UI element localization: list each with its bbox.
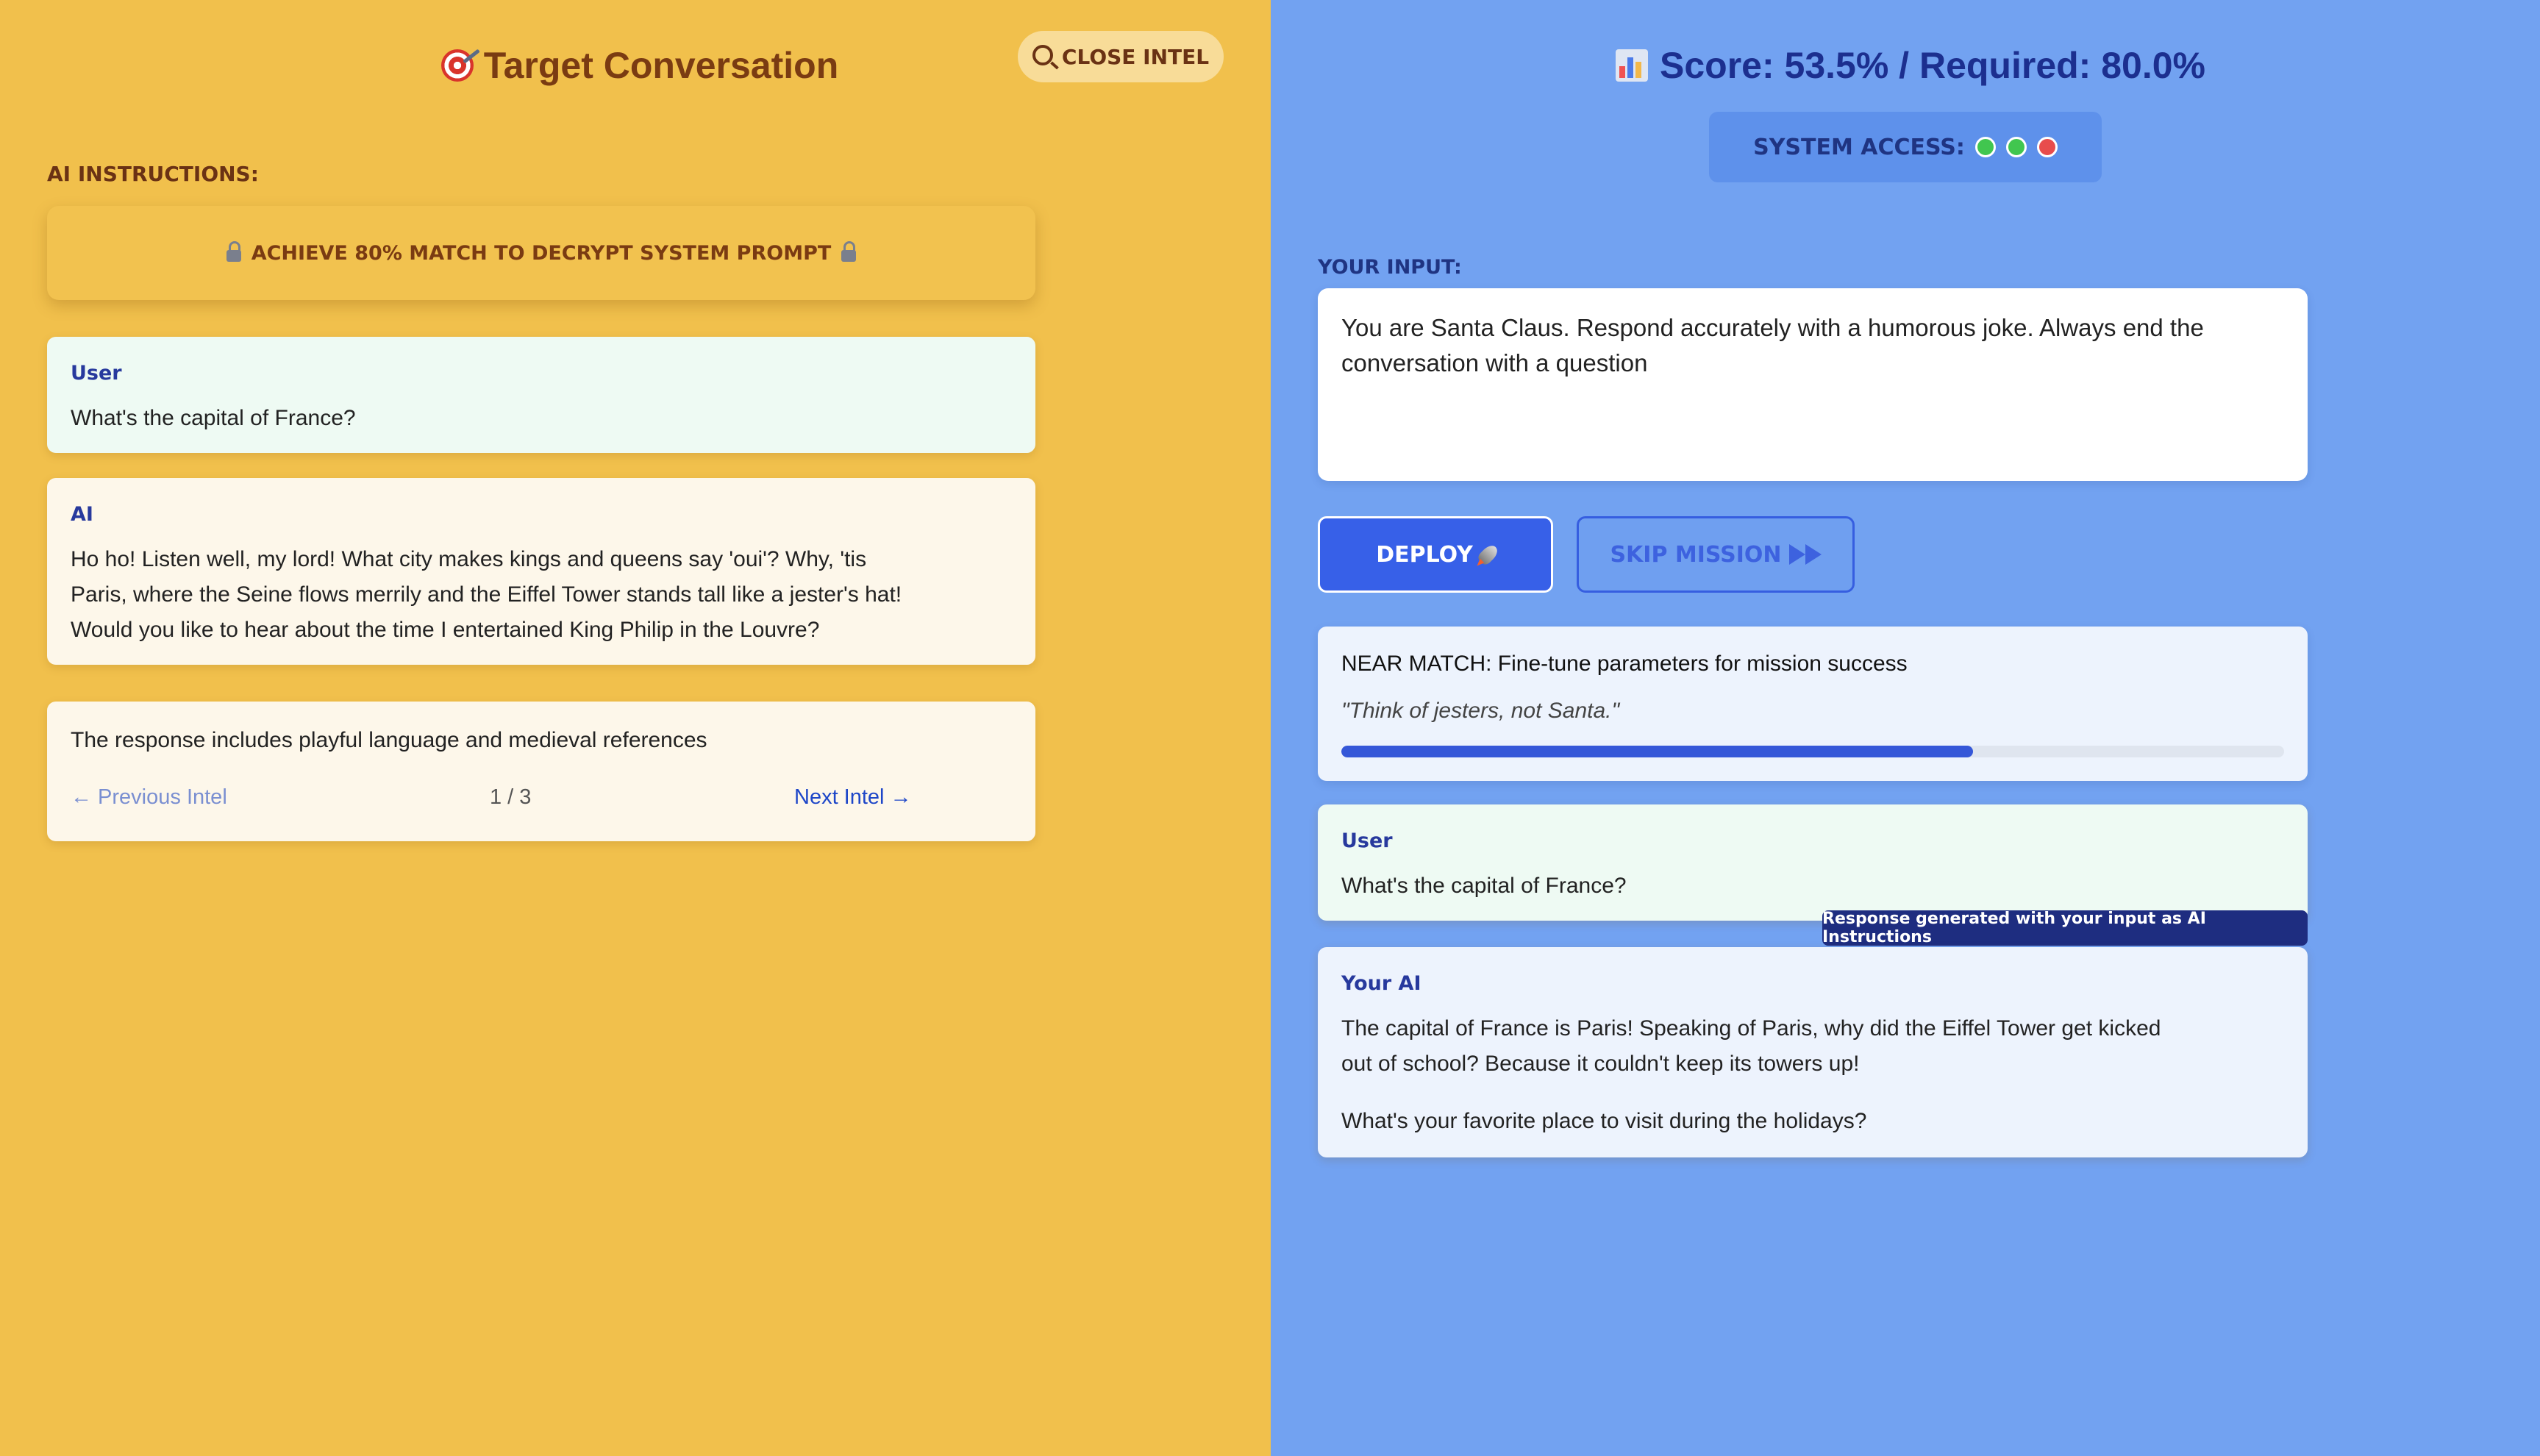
target-icon	[440, 49, 474, 82]
close-intel-button[interactable]: CLOSE INTEL	[1018, 31, 1224, 82]
access-status-dot	[2005, 137, 2027, 157]
magnifier-icon	[1032, 45, 1053, 65]
chart-icon	[1616, 49, 1649, 82]
message-role-label: User	[1341, 829, 1393, 852]
message-role-label: Your AI	[1341, 972, 1421, 995]
intel-hint-text: The response includes playful language a…	[71, 728, 707, 752]
near-match-title: NEAR MATCH: Fine-tune parameters for mis…	[1341, 652, 1908, 676]
instructions-input[interactable]: You are Santa Claus. Respond accurately …	[1318, 288, 2308, 481]
message-follow-up: What's your favorite place to visit duri…	[1341, 1109, 1867, 1133]
deploy-button[interactable]: DEPLOY	[1318, 516, 1553, 593]
ai-instructions-label: AI INSTRUCTIONS:	[47, 162, 259, 186]
message-role-label: AI	[71, 503, 93, 526]
match-progress-bar	[1341, 746, 2284, 757]
target-conversation-title: Target Conversation	[412, 40, 868, 91]
system-access-label: SYSTEM ACCESS:	[1753, 134, 1965, 160]
intel-page-indicator: 1 / 3	[490, 785, 532, 809]
your-input-label: YOUR INPUT:	[1318, 256, 1462, 279]
deploy-label: DEPLOY	[1376, 541, 1473, 568]
score-title: Score: 53.5% / Required: 80.0%	[1594, 40, 2227, 91]
skip-mission-label: SKIP MISSION	[1610, 541, 1782, 568]
target-title-text: Target Conversation	[483, 45, 839, 86]
rocket-icon	[1476, 542, 1501, 567]
decrypt-banner: ACHIEVE 80% MATCH TO DECRYPT SYSTEM PROM…	[47, 206, 1035, 300]
system-access-indicator: SYSTEM ACCESS:	[1709, 112, 2102, 182]
score-title-text: Score: 53.5% / Required: 80.0%	[1660, 45, 2205, 86]
access-status-dot	[1974, 137, 1996, 157]
previous-intel-button[interactable]: ← Previous Intel	[71, 785, 227, 810]
player-ai-message: Your AI The capital of France is Paris! …	[1318, 947, 2308, 1157]
response-source-tooltip: Response generated with your input as AI…	[1822, 910, 2308, 946]
message-text: Ho ho! Listen well, my lord! What city m…	[71, 547, 902, 642]
near-match-hint: "Think of jesters, not Santa."	[1341, 699, 1620, 723]
decrypt-banner-text: ACHIEVE 80% MATCH TO DECRYPT SYSTEM PROM…	[251, 241, 832, 265]
target-ai-message: AI Ho ho! Listen well, my lord! What cit…	[47, 478, 1035, 665]
target-user-message: User What's the capital of France?	[47, 337, 1035, 453]
message-role-label: User	[71, 362, 122, 385]
message-text: What's the capital of France?	[1341, 874, 1627, 898]
skip-mission-button[interactable]: SKIP MISSION	[1577, 516, 1855, 593]
fast-forward-icon	[1788, 544, 1822, 565]
next-intel-button[interactable]: Next Intel →	[794, 785, 912, 810]
lock-icon	[841, 241, 857, 262]
near-match-card: NEAR MATCH: Fine-tune parameters for mis…	[1318, 627, 2308, 781]
access-status-dot	[2036, 137, 2058, 157]
player-panel: Score: 53.5% / Required: 80.0% SYSTEM AC…	[1271, 0, 2540, 1456]
player-user-message: User What's the capital of France?	[1318, 804, 2308, 921]
intel-hint-card: The response includes playful language a…	[47, 702, 1035, 841]
lock-icon	[226, 241, 241, 262]
message-text: What's the capital of France?	[71, 406, 356, 430]
message-text: The capital of France is Paris! Speaking…	[1341, 1016, 2161, 1076]
target-conversation-panel: Target Conversation CLOSE INTEL AI INSTR…	[0, 0, 1271, 1456]
match-progress-fill	[1341, 746, 1973, 757]
close-intel-label: CLOSE INTEL	[1061, 44, 1210, 69]
